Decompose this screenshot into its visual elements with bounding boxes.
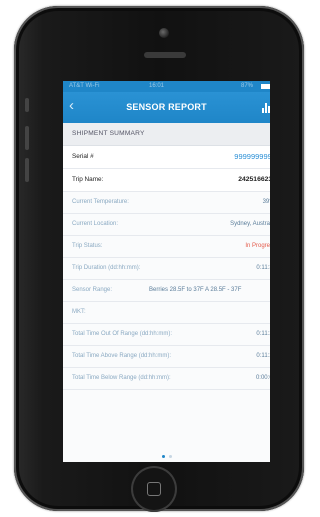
detail-row: MKT: bbox=[63, 302, 270, 324]
detail-row: Total Time Below Range (dd:hh:mm): 0:00:0… bbox=[63, 368, 270, 390]
page-dot[interactable] bbox=[161, 455, 165, 458]
bar-chart-icon[interactable] bbox=[262, 103, 270, 113]
detail-label: MKT: bbox=[72, 309, 86, 315]
detail-label: Total Time Out Of Range (dd:hh:mm): bbox=[72, 331, 173, 337]
detail-label: Current Location: bbox=[72, 221, 119, 227]
volume-down-button bbox=[25, 158, 29, 182]
section-header: SHIPMENT SUMMARY bbox=[63, 123, 270, 146]
carrier-label: AT&T Wi-Fi bbox=[69, 83, 100, 89]
detail-label: Current Temperature: bbox=[72, 199, 129, 205]
trip-name-value: 2425166231 bbox=[238, 176, 270, 183]
status-bar: AT&T Wi-Fi 16:01 87% bbox=[63, 81, 270, 92]
home-square-icon bbox=[147, 482, 161, 496]
detail-label: Sensor Range: bbox=[72, 287, 113, 293]
volume-up-button bbox=[25, 126, 29, 150]
detail-row: Current Temperature: 39°C bbox=[63, 192, 270, 214]
detail-label: Trip Duration (dd:hh:mm): bbox=[72, 265, 141, 271]
trip-name-label: Trip Name: bbox=[72, 176, 104, 183]
serial-row: Serial # 9999999999 bbox=[63, 146, 270, 169]
detail-row: Trip Status: In Progress bbox=[63, 236, 270, 258]
earpiece-speaker bbox=[144, 52, 186, 58]
clock: 16:01 bbox=[149, 83, 165, 89]
detail-value: 0:11:29 bbox=[256, 353, 270, 359]
detail-row: Total Time Out Of Range (dd:hh:mm): 0:11:… bbox=[63, 324, 270, 346]
detail-value: Berries 28.5F to 37F A 28.5F - 37F bbox=[149, 287, 242, 293]
detail-value: 0:11:36 bbox=[256, 265, 270, 271]
detail-value: Sydney, Australia bbox=[230, 221, 270, 227]
battery-icon bbox=[261, 84, 270, 89]
detail-value: In Progress bbox=[245, 243, 270, 249]
nav-bar: ‹ SENSOR REPORT bbox=[63, 92, 270, 123]
page-dot[interactable] bbox=[168, 455, 172, 458]
detail-value: 39°C bbox=[262, 199, 270, 205]
trip-name-row: Trip Name: 2425166231 bbox=[63, 169, 270, 192]
mute-switch bbox=[25, 98, 29, 112]
app-screen: AT&T Wi-Fi 16:01 87% ‹ SENSOR REPORT SHI… bbox=[63, 81, 270, 462]
detail-row: Sensor Range: Berries 28.5F to 37F A 28.5… bbox=[63, 280, 270, 302]
detail-label: Total Time Above Range (dd:hh:mm): bbox=[72, 353, 172, 359]
page-title: SENSOR REPORT bbox=[126, 102, 207, 112]
detail-row: Current Location: Sydney, Australia bbox=[63, 214, 270, 236]
detail-row: Total Time Above Range (dd:hh:mm): 0:11:2… bbox=[63, 346, 270, 368]
detail-value: 0:00:00 bbox=[255, 375, 270, 381]
serial-value: 9999999999 bbox=[234, 152, 270, 161]
detail-value: 0:11:29 bbox=[256, 331, 270, 337]
detail-label: Total Time Below Range (dd:hh:mm): bbox=[72, 375, 171, 381]
serial-label: Serial # bbox=[72, 153, 94, 160]
page-indicator[interactable] bbox=[63, 455, 270, 460]
home-button[interactable] bbox=[131, 466, 177, 512]
detail-row: Trip Duration (dd:hh:mm): 0:11:36 bbox=[63, 258, 270, 280]
battery-percent: 87% bbox=[241, 83, 254, 89]
detail-list: Current Temperature: 39°C Current Location… bbox=[63, 192, 270, 390]
detail-label: Trip Status: bbox=[72, 243, 103, 249]
front-camera-icon bbox=[159, 28, 169, 38]
phone-frame: AT&T Wi-Fi 16:01 87% ‹ SENSOR REPORT SHI… bbox=[14, 6, 304, 512]
